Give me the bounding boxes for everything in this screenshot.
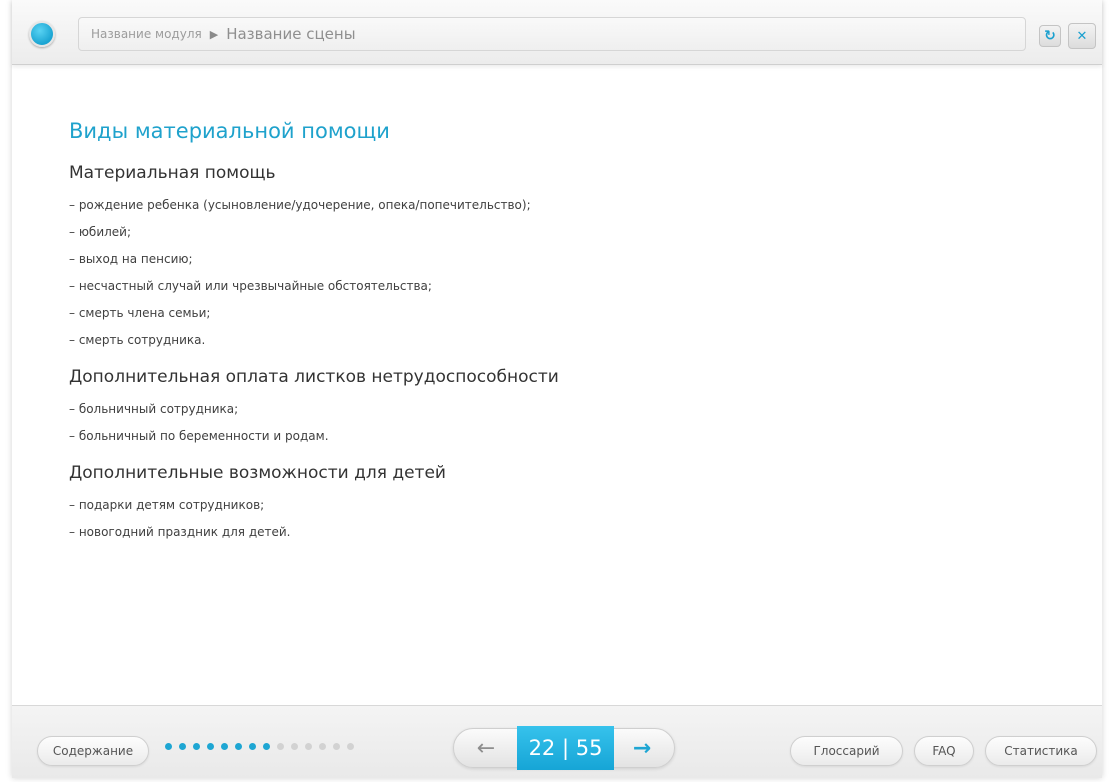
list-item: – выход на пенсию; [69,252,193,266]
list-item: – больничный сотрудника; [69,402,239,416]
glossary-button[interactable]: Глоссарий [790,736,903,766]
course-player-window: Название модуля ▶ Название сцены ↻ ✕ Вид… [12,0,1102,778]
progress-dot-completed [235,743,242,750]
page-title: Виды материальной помощи [69,119,390,143]
section-heading: Дополнительные возможности для детей [69,463,446,483]
progress-dot [291,743,298,750]
prev-button[interactable]: ← [468,735,504,761]
arrow-left-icon: ← [476,735,496,761]
refresh-icon: ↻ [1044,28,1056,44]
next-button[interactable]: → [624,735,660,761]
faq-button[interactable]: FAQ [914,736,974,766]
refresh-button[interactable]: ↻ [1039,25,1061,47]
breadcrumb: Название модуля ▶ Название сцены [78,17,1026,51]
progress-dot-completed [179,743,186,750]
progress-dot [347,743,354,750]
statistics-button[interactable]: Статистика [985,736,1097,766]
close-button[interactable]: ✕ [1068,23,1096,49]
breadcrumb-scene: Название сцены [226,25,356,43]
section-heading: Дополнительная оплата листков нетрудоспо… [69,367,559,387]
breadcrumb-separator-icon: ▶ [209,27,219,41]
progress-dot [319,743,326,750]
list-item: – несчастный случай или чрезвычайные обс… [69,279,432,293]
progress-dot [333,743,340,750]
list-item: – новогодний праздник для детей. [69,525,291,539]
top-bar: Название модуля ▶ Название сцены ↻ ✕ [12,0,1102,65]
section-list: – больничный сотрудника; – больничный по… [69,396,1029,450]
list-item: – смерть члена семьи; [69,306,211,320]
list-item: – смерть сотрудника. [69,333,206,347]
arrow-right-icon: → [632,735,652,761]
progress-dot-completed [207,743,214,750]
progress-dot [277,743,284,750]
progress-dot-completed [165,743,172,750]
progress-dot-completed [263,743,270,750]
list-item: – подарки детям сотрудников; [69,498,265,512]
list-item: – рождение ребенка (усыновление/удочерен… [69,198,531,212]
progress-dot-completed [193,743,200,750]
progress-dot [305,743,312,750]
section-heading: Материальная помощь [69,163,276,183]
close-icon: ✕ [1076,28,1088,44]
bottom-bar: Содержание ← 22 | 55 → Глоссарий FAQ Ста… [12,705,1102,778]
page-navigator: ← 22 | 55 → [453,726,675,770]
page-counter: 22 | 55 [517,726,614,770]
logo-icon[interactable] [29,21,55,47]
progress-dots [165,743,354,750]
section-list: – рождение ребенка (усыновление/удочерен… [69,192,1029,354]
main-content: Виды материальной помощи Материальная по… [69,118,1029,558]
contents-button[interactable]: Содержание [37,736,149,766]
breadcrumb-module[interactable]: Название модуля [91,27,202,41]
list-item: – больничный по беременности и родам. [69,429,329,443]
section-list: – подарки детям сотрудников; – новогодни… [69,492,1029,546]
progress-dot-completed [221,743,228,750]
progress-dot-completed [249,743,256,750]
list-item: – юбилей; [69,225,132,239]
